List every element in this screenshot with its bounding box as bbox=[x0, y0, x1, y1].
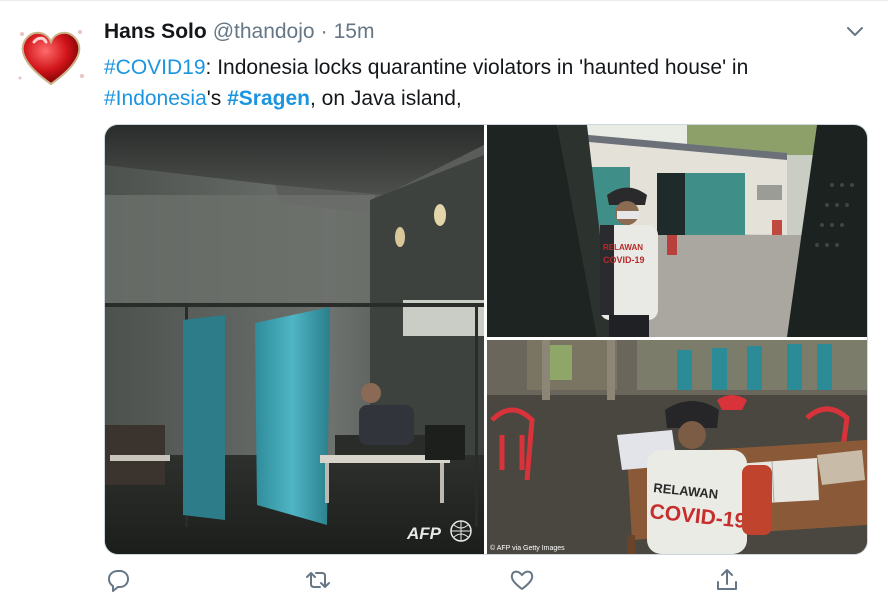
media-grid: AFP RELAWAN COVID-19 RELAWAN COVID-19 © … bbox=[104, 124, 868, 555]
like-icon bbox=[510, 570, 534, 590]
reply-icon bbox=[108, 570, 129, 592]
svg-text:COVID-19: COVID-19 bbox=[603, 255, 645, 265]
tweet-text: #COVID19: Indonesia locks quarantine vio… bbox=[104, 52, 864, 114]
retweet-icon bbox=[306, 572, 330, 588]
chevron-down-icon bbox=[847, 27, 863, 36]
svg-text:AFP: AFP bbox=[406, 524, 442, 543]
avatar[interactable] bbox=[14, 20, 88, 94]
author-handle[interactable]: @thandojo bbox=[213, 20, 315, 44]
share-icon bbox=[717, 569, 737, 590]
hashtag-sragen[interactable]: #Sragen bbox=[227, 87, 310, 110]
timestamp[interactable]: 15m bbox=[334, 20, 375, 44]
hashtag-covid19[interactable]: #COVID19 bbox=[104, 56, 206, 79]
photo-volunteer-desk[interactable]: RELAWAN COVID-19 © AFP via Getty Images bbox=[487, 340, 867, 554]
separator-dot: · bbox=[320, 20, 328, 43]
share-button[interactable] bbox=[713, 566, 741, 594]
afp-watermark: AFP bbox=[406, 520, 472, 543]
photo-credit: © AFP via Getty Images bbox=[490, 544, 565, 552]
photo-volunteer-gate[interactable]: RELAWAN COVID-19 bbox=[487, 125, 867, 337]
tweet-text-part: 's bbox=[206, 87, 228, 110]
reply-button[interactable] bbox=[104, 566, 132, 594]
hashtag-indonesia[interactable]: #Indonesia bbox=[104, 87, 207, 110]
heart-avatar-icon bbox=[15, 21, 87, 93]
tweet-actions bbox=[104, 566, 864, 596]
svg-text:RELAWAN: RELAWAN bbox=[603, 243, 643, 252]
tweet-text-part: : Indonesia locks quarantine violators i… bbox=[205, 56, 749, 79]
tweet-header: Hans Solo @thandojo · 15m bbox=[104, 20, 374, 48]
like-button[interactable] bbox=[508, 566, 536, 594]
tweet-text-part: , on Java island, bbox=[309, 87, 462, 110]
photo-quarantine-room[interactable]: AFP bbox=[105, 125, 484, 554]
more-options-button[interactable] bbox=[844, 22, 866, 40]
author-name[interactable]: Hans Solo bbox=[104, 20, 207, 44]
top-divider bbox=[0, 0, 888, 1]
retweet-button[interactable] bbox=[304, 566, 332, 594]
